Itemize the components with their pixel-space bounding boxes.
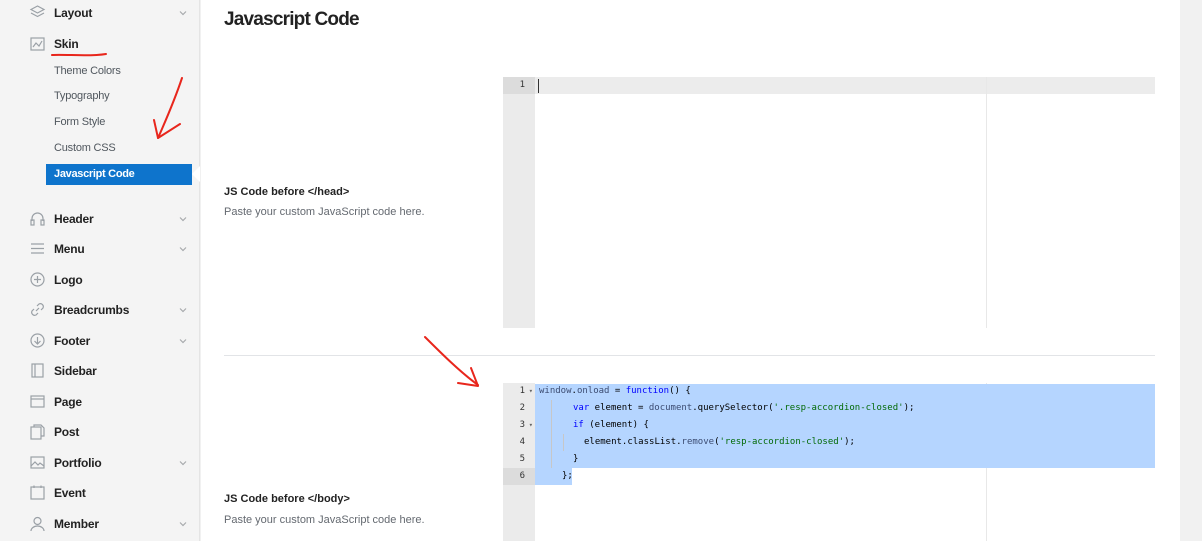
sidebar-item-label: Page	[54, 395, 82, 409]
sidebar-item-breadcrumbs[interactable]: Breadcrumbs	[0, 298, 200, 322]
indent-guide	[563, 434, 564, 451]
sidebar-item-label: Logo	[54, 273, 83, 287]
layers-icon	[29, 4, 46, 21]
sidebar-item-label: Breadcrumbs	[54, 303, 130, 317]
indent-guide	[551, 417, 552, 434]
sub-item-form-style[interactable]: Form Style	[54, 116, 105, 128]
sidebar-item-header[interactable]: Header	[0, 207, 200, 231]
sidebar-item-label: Skin	[54, 37, 79, 51]
indent-guide	[551, 451, 552, 468]
sidebar-item-menu[interactable]: Menu	[0, 237, 200, 261]
link-icon	[29, 301, 46, 318]
editor-gutter	[503, 77, 535, 328]
fold-arrow-icon[interactable]: ▾	[529, 383, 533, 400]
sidebar-item-member[interactable]: Member	[0, 512, 200, 536]
sub-item-theme-colors[interactable]: Theme Colors	[54, 65, 121, 77]
sub-item-javascript-code[interactable]: Javascript Code	[46, 164, 192, 185]
chevron-down-icon[interactable]	[177, 335, 189, 347]
chevron-down-icon[interactable]	[177, 457, 189, 469]
body-code-editor[interactable]: 1 ▾ 2 3 ▾ 4 5 6 window.onload = function()…	[503, 383, 1155, 541]
arrow-down-circle-icon	[29, 332, 46, 349]
plus-circle-icon	[29, 271, 46, 288]
headphones-icon	[29, 210, 46, 227]
print-margin	[986, 77, 987, 328]
code-line: element.classList.remove('resp-accordion…	[584, 437, 855, 447]
sidebar: Layout Skin Theme Colors Typography Form…	[0, 0, 200, 541]
sidebar-item-event[interactable]: Event	[0, 481, 200, 505]
chevron-down-icon[interactable]	[177, 213, 189, 225]
indent-guide	[551, 434, 552, 451]
sidebar-item-label: Header	[54, 212, 94, 226]
fold-arrow-icon[interactable]: ▾	[529, 417, 533, 434]
head-code-editor[interactable]: 1	[503, 77, 1155, 328]
sidebar-item-portfolio[interactable]: Portfolio	[0, 451, 200, 475]
code-line: if (element) {	[573, 420, 649, 430]
sidebar-item-footer[interactable]: Footer	[0, 329, 200, 353]
line-number: 6	[503, 468, 535, 485]
code-line: }	[573, 454, 579, 464]
image-icon	[29, 454, 46, 471]
main-panel: Javascript Code JS Code before </head> P…	[201, 0, 1180, 541]
section-divider	[224, 355, 1155, 356]
sidebar-item-post[interactable]: Post	[0, 420, 200, 444]
chevron-down-icon[interactable]	[177, 7, 189, 19]
line-number: 2	[519, 403, 525, 413]
chevron-down-icon[interactable]	[177, 518, 189, 530]
head-code-label: JS Code before </head>	[224, 186, 350, 198]
sidebar-item-logo[interactable]: Logo	[0, 268, 200, 292]
line-number: 1 ▾	[503, 383, 535, 400]
sidebar-item-label: Event	[54, 486, 86, 500]
text-cursor	[538, 79, 539, 93]
sub-item-typography[interactable]: Typography	[54, 90, 110, 102]
active-indicator	[192, 166, 200, 182]
sidebar-item-label: Layout	[54, 6, 93, 20]
body-code-description: Paste your custom JavaScript code here.	[224, 514, 425, 526]
sidebar-item-label: Footer	[54, 334, 91, 348]
code-line: };	[562, 471, 573, 481]
sidebar-item-label: Post	[54, 425, 80, 439]
active-line-highlight	[535, 77, 1155, 94]
chevron-down-icon[interactable]	[177, 304, 189, 316]
line-number: 5	[519, 454, 525, 464]
user-icon	[29, 515, 46, 532]
post-icon	[29, 423, 46, 440]
sidebar-item-layout[interactable]: Layout	[0, 1, 200, 25]
calendar-icon	[29, 484, 46, 501]
indent-guide	[551, 400, 552, 417]
sidebar-item-sidebar[interactable]: Sidebar	[0, 359, 200, 383]
page-icon	[29, 393, 46, 410]
line-number: 4	[519, 437, 525, 447]
head-code-description: Paste your custom JavaScript code here.	[224, 206, 425, 218]
sidebar-item-skin[interactable]: Skin	[0, 32, 200, 56]
sidebar-item-label: Sidebar	[54, 364, 97, 378]
sidebar-item-label: Portfolio	[54, 456, 102, 470]
page-title: Javascript Code	[224, 9, 360, 30]
sub-item-custom-css[interactable]: Custom CSS	[54, 142, 116, 154]
sidebar-item-label: Member	[54, 517, 99, 531]
sidebar-item-label: Menu	[54, 242, 85, 256]
code-line: var element = document.querySelector('.r…	[573, 403, 915, 413]
line-number: 1	[503, 77, 535, 94]
sidebar-icon	[29, 362, 46, 379]
sidebar-item-page[interactable]: Page	[0, 390, 200, 414]
line-number: 3 ▾	[503, 417, 535, 434]
paint-icon	[29, 35, 46, 52]
hamburger-icon	[29, 240, 46, 257]
code-line: window.onload = function() {	[539, 386, 691, 396]
chevron-down-icon[interactable]	[177, 243, 189, 255]
body-code-label: JS Code before </body>	[224, 493, 350, 505]
